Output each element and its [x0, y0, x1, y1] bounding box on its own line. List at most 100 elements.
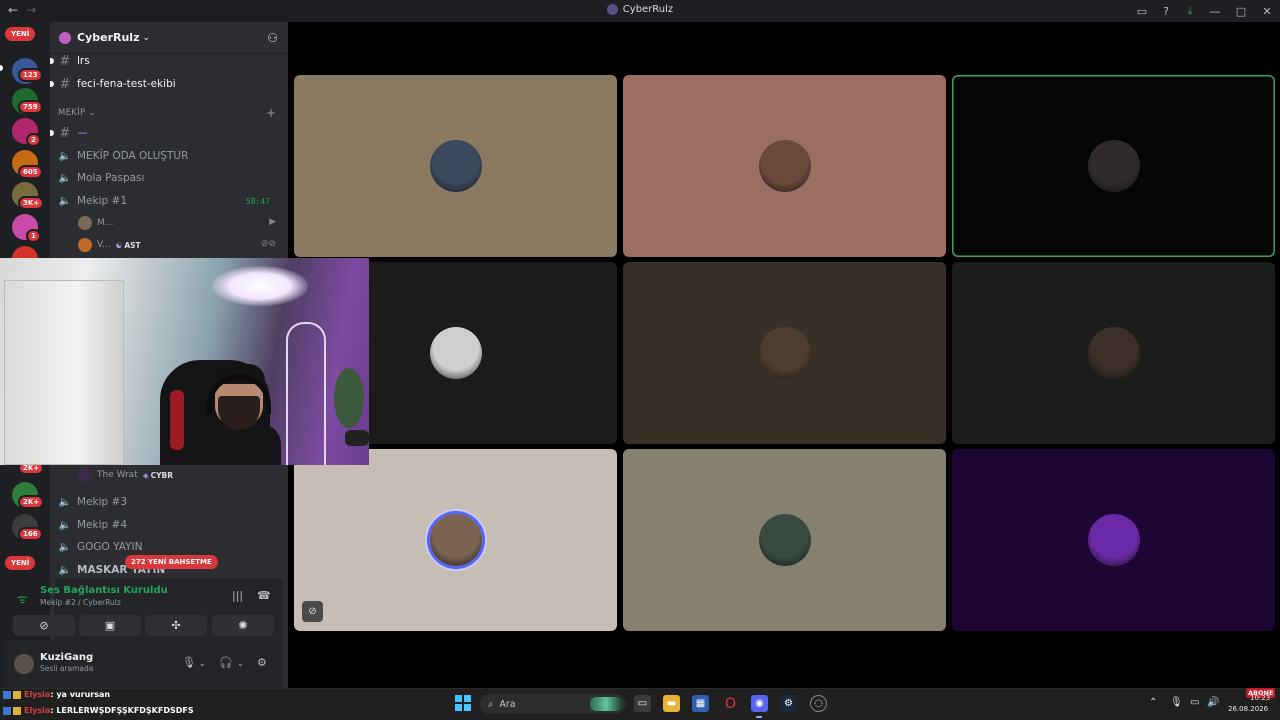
windows-start-icon[interactable] [455, 695, 471, 711]
opera-icon[interactable]: O [722, 695, 739, 712]
connection-signal-icon[interactable]: ᯤ [17, 590, 28, 607]
unread-pill [50, 130, 54, 136]
server-header[interactable]: CyberRulz ⌄ ⚇ [50, 22, 288, 54]
new-unread-top-badge[interactable]: YENİ [5, 27, 36, 41]
store-icon[interactable]: ▦ [692, 695, 709, 712]
voice-user[interactable]: The Wrat ◈ CYBR [78, 466, 173, 484]
chevron-down-icon: ⌄ [142, 32, 151, 43]
channel-label: Mekip #1 [77, 195, 127, 207]
streamer-webcam [0, 258, 369, 465]
guild-tag-text: CYBR [150, 470, 174, 480]
avatar [429, 327, 482, 379]
video-tile[interactable] [623, 262, 946, 444]
channel-label: lrs [77, 55, 90, 67]
chevron-down-icon[interactable]: ⌄ [237, 659, 244, 668]
unread-mentions-pill[interactable]: 272 YENİ BAHSETME [125, 555, 218, 569]
voice-location[interactable]: Mekip #2 / CyberRulz [40, 598, 121, 607]
avatar [78, 468, 92, 482]
camera-off-button[interactable]: ⊘ [13, 615, 75, 636]
title-bar: ← → CyberRulz ▭ ? ⤓ — □ ✕ [0, 0, 1280, 22]
video-tile[interactable] [294, 75, 617, 257]
avatar [1087, 327, 1140, 379]
badge-icon [3, 706, 11, 715]
activities-icon: ✣ [171, 619, 181, 632]
channel-lrs[interactable]: # lrs [50, 51, 280, 71]
discord-icon[interactable]: ◉ [751, 695, 768, 712]
server-icon [59, 31, 71, 44]
activities-button[interactable]: ✣ [145, 615, 207, 636]
window-title-text: CyberRulz [622, 4, 674, 15]
window-title: CyberRulz [0, 4, 1280, 15]
guild-tag: ☯ AST [115, 240, 141, 250]
channel-feci-fena-test-ekibi[interactable]: # feci-fena-test-ekibi [50, 74, 280, 94]
video-tile[interactable] [294, 449, 617, 631]
unread-badge: 1 [26, 229, 41, 243]
username[interactable]: KuziGang [40, 652, 93, 663]
video-tile[interactable] [623, 75, 946, 257]
volume-icon[interactable]: 🔊 [1207, 697, 1219, 708]
close-button[interactable]: ✕ [1254, 0, 1280, 22]
avatar [758, 140, 811, 192]
channel-mekip-oda-olustur[interactable]: 🔈 MEKİP ODA OLUŞTUR [58, 146, 280, 166]
muted-deafened-icon: ⊘⊘ [260, 239, 276, 249]
voice-user[interactable]: V... ☯ AST [78, 236, 141, 254]
disconnect-icon[interactable]: ☎ [257, 589, 271, 602]
avatar[interactable] [14, 654, 34, 674]
channel-mekip-3[interactable]: 🔈 Mekip #3 [58, 492, 280, 512]
minimize-button[interactable]: — [1202, 0, 1228, 22]
speaker-icon: 🔈 [58, 195, 72, 207]
video-tile[interactable] [952, 75, 1275, 257]
unread-badge: 123 [18, 68, 43, 82]
chat-user: Elysia [24, 706, 51, 715]
file-explorer-icon[interactable]: ▬ [663, 695, 680, 712]
voice-status[interactable]: Ses Bağlantısı Kuruldu [40, 585, 168, 596]
tray-mic-icon[interactable]: 🎙 [1170, 697, 1183, 708]
channel-gogo-yayin[interactable]: 🔈 GOGO YAYIN [58, 537, 280, 557]
steam-icon[interactable]: ⚙ [780, 695, 797, 712]
tray-time[interactable]: 10:23 [1250, 694, 1270, 702]
video-tile[interactable] [952, 449, 1275, 631]
text-channel-icon: # [59, 76, 71, 92]
cloud-light [212, 266, 308, 306]
call-timer: 58:47 [245, 196, 270, 206]
task-view-icon[interactable]: ▭ [634, 695, 651, 712]
plant [334, 368, 364, 428]
settings-gear-icon[interactable]: ⚙ [257, 656, 267, 669]
badge-icon [13, 706, 21, 715]
channel-dash[interactable]: # — [50, 123, 280, 143]
unread-badge: 759 [18, 100, 43, 114]
taskbar-search[interactable]: ⌕ Ara [480, 694, 626, 714]
avatar [758, 514, 811, 566]
channel-mekip-4[interactable]: 🔈 Mekip #4 [58, 515, 280, 535]
network-icon[interactable]: ▭ [1190, 697, 1199, 708]
download-icon[interactable]: ⤓ [1178, 0, 1202, 22]
add-channel-icon[interactable]: + [266, 106, 276, 120]
channel-mekip-1[interactable]: 🔈 Mekip #1 58:47 [58, 191, 280, 211]
voice-user[interactable]: M... [78, 214, 113, 232]
category-header[interactable]: MEKİP ⌄ [58, 108, 96, 118]
inbox-icon[interactable]: ▭ [1130, 0, 1154, 22]
chat-text: : LERLERWŞDFŞŞKFDŞKFDSDFS [50, 706, 194, 715]
app-icon[interactable]: ◌ [810, 695, 827, 712]
video-tile[interactable] [623, 449, 946, 631]
server-logo-icon [606, 4, 618, 15]
video-tile[interactable] [952, 262, 1275, 444]
soundboard-button[interactable]: ✺ [212, 615, 274, 636]
screen-share-button[interactable]: ▣ [79, 615, 141, 636]
microphone-icon[interactable]: 🎙 [182, 656, 196, 669]
help-icon[interactable]: ? [1154, 0, 1178, 22]
avatar [1087, 514, 1140, 566]
new-unread-bottom-badge[interactable]: YENİ [5, 556, 36, 570]
channel-label: feci-fena-test-ekibi [77, 78, 176, 90]
tray-chevron-icon[interactable]: ⌃ [1149, 697, 1157, 708]
noise-suppression-icon[interactable]: ||| [232, 589, 243, 602]
chevron-down-icon[interactable]: ⌄ [199, 659, 206, 668]
add-member-icon[interactable]: ⚇ [267, 31, 278, 45]
unread-badge: 2K+ [18, 495, 45, 509]
maximize-button[interactable]: □ [1228, 0, 1254, 22]
channel-mola-paspasi[interactable]: 🔈 Mola Paspası [58, 168, 280, 188]
headphones-icon[interactable]: 🎧 [219, 656, 233, 669]
tray-date[interactable]: 26.08.2026 [1228, 705, 1268, 713]
guild-tag-text: AST [124, 240, 141, 250]
user-status: Sesli aramada [40, 664, 94, 673]
